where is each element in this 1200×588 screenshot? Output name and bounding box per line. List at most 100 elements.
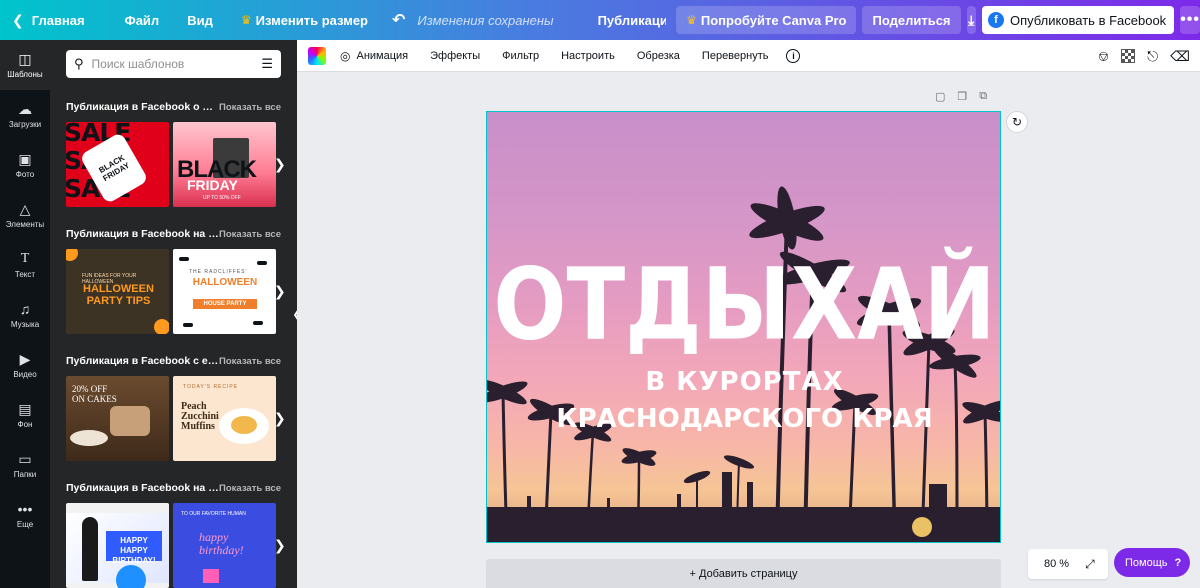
animation-button[interactable]: ◎ Анимация: [340, 49, 408, 63]
person-image: [82, 517, 98, 581]
show-all-link[interactable]: Показать все: [219, 229, 281, 240]
rail-item-video[interactable]: ▶ Видео: [0, 340, 50, 390]
background-icon: ▤: [18, 400, 32, 417]
zoom-level: 80 %: [1044, 558, 1070, 570]
side-rail: ◫ Шаблоны ☁ Загрузки ▣ Фото △ Элементы T…: [0, 40, 50, 588]
trash-icon[interactable]: ⌫: [1170, 48, 1190, 65]
crop-button[interactable]: Обрезка: [637, 50, 680, 62]
rail-item-background[interactable]: ▤ Фон: [0, 390, 50, 440]
search-placeholder: Поиск шаблонов: [91, 57, 185, 71]
chevron-left-icon: ❮: [12, 11, 24, 28]
design-page[interactable]: ОТДЫХАЙ В КУРОРТАХ КРАСНОДАРСКОГО КРАЯ: [486, 111, 1001, 543]
template-thumbnail[interactable]: TO OUR FAVORITE HUMAN happy birthday!: [173, 503, 276, 588]
text-icon: T: [20, 250, 30, 266]
facebook-icon: f: [987, 12, 1004, 28]
template-thumbnail[interactable]: BLACK FRIDAY UP TO 50% OFF: [173, 122, 276, 207]
adjust-button[interactable]: Настроить: [561, 50, 615, 62]
share-button[interactable]: Поделиться: [862, 6, 961, 34]
paint-roller-icon[interactable]: ⎊: [1098, 48, 1109, 65]
template-thumbnail[interactable]: THE RADCLIFFES' HALLOWEEN HOUSE PARTY: [173, 249, 276, 334]
top-bar: ❮ Главная Файл Вид ♛ Изменить размер ↶ И…: [0, 0, 1200, 40]
template-search-input[interactable]: ⚲ Поиск шаблонов ☰: [66, 50, 281, 78]
filter-icon[interactable]: ☰: [261, 56, 273, 72]
try-pro-button[interactable]: ♛ Попробуйте Canva Pro: [676, 6, 857, 34]
templates-panel: ⚲ Поиск шаблонов ☰ Публикация в Facebook…: [50, 40, 297, 588]
duplicate-page-icon[interactable]: ❐: [957, 90, 967, 103]
lock-icon[interactable]: ⎋: [1147, 48, 1158, 65]
thumb-text: BLACK FRIDAY: [97, 153, 132, 184]
show-all-link[interactable]: Показать все: [219, 483, 281, 494]
show-all-link[interactable]: Показать все: [219, 356, 281, 367]
gift-icon: [203, 569, 219, 583]
rail-item-music[interactable]: ♫ Музыка: [0, 290, 50, 340]
thumb-text: UP TO 50% OFF: [203, 195, 241, 201]
rail-label: Шаблоны: [7, 69, 43, 79]
upload-icon: ☁: [18, 100, 32, 117]
context-toolbar: ◎ Анимация Эффекты Фильтр Настроить Обре…: [297, 40, 1200, 72]
template-thumbnail[interactable]: SALE SALE SALE BLACK FRIDAY: [66, 122, 169, 207]
info-icon[interactable]: i: [786, 48, 801, 63]
design-subtitle-text[interactable]: КРАСНОДАРСКОГО КРАЯ: [487, 404, 1000, 434]
home-button[interactable]: ❮ Главная: [0, 0, 97, 40]
document-title[interactable]: Публикация в социальных сетях с фотог...: [598, 0, 667, 40]
rail-item-elements[interactable]: △ Элементы: [0, 190, 50, 240]
fullscreen-icon[interactable]: ⤢: [1085, 557, 1095, 572]
thumb-text: HALLOWEEN PARTY TIPS: [83, 283, 154, 307]
crown-icon: ♛: [240, 13, 252, 27]
add-page-button[interactable]: + Добавить страницу: [486, 559, 1001, 588]
template-thumbnail[interactable]: TODAY'S RECIPE Peach Zucchini Muffins: [173, 376, 276, 461]
template-section-header: Публикация в Facebook на д... Показать в…: [66, 482, 281, 494]
save-status: Изменения сохранены: [417, 12, 554, 28]
rail-label: Фон: [17, 419, 33, 429]
thumb-text: THE RADCLIFFES': [189, 269, 248, 275]
view-menu[interactable]: Вид: [175, 0, 225, 40]
note-icon[interactable]: ▢: [935, 90, 945, 103]
add-page-icon[interactable]: ⧉: [979, 90, 987, 103]
file-menu[interactable]: Файл: [113, 0, 172, 40]
chevron-right-icon[interactable]: ❯: [274, 537, 286, 554]
color-picker-swatch[interactable]: [308, 46, 326, 65]
help-button[interactable]: Помощь ?: [1114, 548, 1190, 577]
templates-icon: ◫: [18, 50, 32, 67]
publish-facebook-button[interactable]: f Опубликовать в Facebook: [981, 6, 1175, 34]
zoom-control[interactable]: 80 % ⤢: [1028, 549, 1108, 579]
rail-item-uploads[interactable]: ☁ Загрузки: [0, 90, 50, 140]
chevron-right-icon[interactable]: ❯: [274, 283, 286, 300]
music-icon: ♫: [19, 300, 31, 317]
undo-button[interactable]: ↶: [386, 0, 411, 40]
more-options-button[interactable]: •••: [1180, 6, 1200, 34]
section-title: Публикация в Facebook с едой: [66, 355, 220, 367]
rail-item-templates[interactable]: ◫ Шаблоны: [0, 40, 50, 90]
download-button[interactable]: ⤓: [966, 6, 976, 34]
transparency-icon[interactable]: [1121, 49, 1136, 63]
flip-button[interactable]: Перевернуть: [702, 50, 769, 62]
template-thumbnail[interactable]: 20% OFF ON CAKES: [66, 376, 169, 461]
design-subtitle-text[interactable]: В КУРОРТАХ: [487, 367, 1000, 397]
chevron-right-icon[interactable]: ❯: [274, 410, 286, 427]
search-icon: ⚲: [74, 56, 84, 71]
rail-item-more[interactable]: ••• Еще: [0, 490, 50, 540]
publish-label: Опубликовать в Facebook: [1009, 12, 1167, 28]
rail-item-photos[interactable]: ▣ Фото: [0, 140, 50, 190]
filter-button[interactable]: Фильтр: [502, 50, 539, 62]
decor-shape: [66, 249, 78, 261]
effects-button[interactable]: Эффекты: [430, 50, 480, 62]
template-thumbnail[interactable]: HAPPY HAPPY BIRTHDAY!: [66, 503, 169, 588]
rotate-icon[interactable]: ↻: [1006, 111, 1028, 133]
rail-item-text[interactable]: T Текст: [0, 240, 50, 290]
thumb-text: TO OUR FAVORITE HUMAN: [181, 511, 246, 517]
template-thumbnail[interactable]: FUN IDEAS FOR YOUR HALLOWEEN HALLOWEEN P…: [66, 249, 169, 334]
design-title-text[interactable]: ОТДЫХАЙ: [487, 253, 1000, 357]
show-all-link[interactable]: Показать все: [219, 102, 281, 113]
rail-item-folders[interactable]: ▭ Папки: [0, 440, 50, 490]
resize-label: Изменить размер: [255, 12, 368, 28]
animation-icon: ◎: [340, 48, 351, 63]
bat-icon: [183, 323, 193, 327]
try-pro-label: Попробуйте Canva Pro: [700, 12, 847, 28]
resize-button[interactable]: ♛ Изменить размер: [229, 0, 380, 40]
rail-label: Еще: [16, 519, 34, 529]
folder-icon: ▭: [18, 450, 32, 467]
chevron-right-icon[interactable]: ❯: [274, 156, 286, 173]
template-row: FUN IDEAS FOR YOUR HALLOWEEN HALLOWEEN P…: [66, 249, 276, 334]
thumb-text: HALLOWEEN: [192, 277, 258, 288]
